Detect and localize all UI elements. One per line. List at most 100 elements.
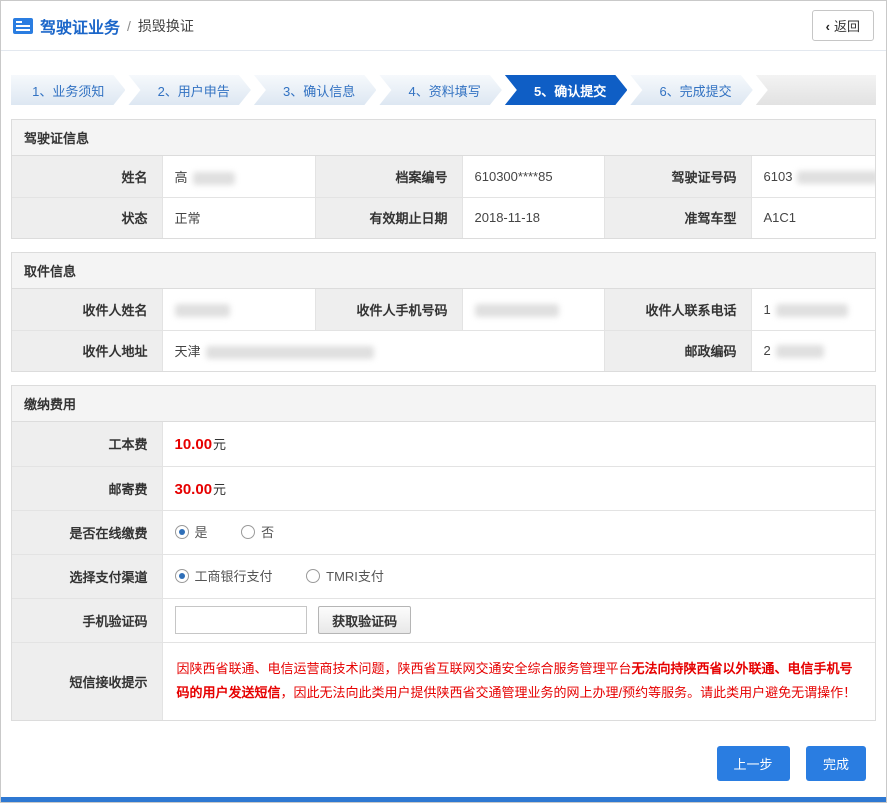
service-form-icon: [13, 17, 33, 34]
redacted-blur: [775, 303, 848, 317]
name-value: 高: [161, 156, 315, 197]
recipient-phone-value: 1: [750, 289, 875, 330]
online-payment-options: 是 否: [161, 509, 875, 554]
channel-tmri-option[interactable]: TMRI支付: [306, 566, 384, 585]
status-label: 状态: [12, 196, 162, 238]
recipient-mobile-value: [461, 289, 604, 330]
postcode-label: 邮政编码: [603, 329, 751, 371]
redacted-blur: [205, 346, 374, 360]
production-fee-value: 10.00元: [161, 422, 875, 466]
online-pay-no-label: 否: [261, 525, 275, 541]
redacted-blur: [797, 170, 875, 184]
step-wizard: 1、业务须知 2、用户申告 3、确认信息 4、资料填写 5、确认提交 6、完成提…: [11, 75, 876, 105]
currency-unit: 元: [213, 481, 227, 497]
address-label: 收件人地址: [12, 329, 162, 371]
redacted-blur: [474, 303, 559, 317]
license-info-section: 驾驶证信息 姓名 高 档案编号 610300****85 驾驶证号码 6103 …: [11, 119, 876, 239]
license-number-value: 6103: [750, 156, 875, 197]
name-label: 姓名: [12, 156, 162, 197]
sms-notice-text: 因陕西省联通、电信运营商技术问题，陕西省互联网交通安全综合服务管理平台无法向持陕…: [176, 660, 857, 701]
pickup-info-table: 收件人姓名 收件人手机号码 收件人联系电话 1 收件人地址 天津 邮政编码 2: [12, 289, 875, 371]
file-number-value: 610300****85: [461, 156, 604, 197]
step-track-filler: [755, 75, 876, 105]
file-number-label: 档案编号: [314, 156, 462, 197]
radio-checked-icon[interactable]: [174, 568, 189, 583]
fees-section: 缴纳费用 工本费 10.00元 邮寄费 30.00元 是否在线缴费 是 否 选择…: [11, 385, 876, 721]
vehicle-class-value: A1C1: [750, 196, 875, 238]
header-title-group: 驾驶证业务 / 损毁换证: [13, 14, 194, 38]
recipient-phone-label: 收件人联系电话: [603, 289, 751, 330]
sms-code-label: 手机验证码: [12, 597, 162, 642]
currency-unit: 元: [213, 437, 227, 453]
table-row: 收件人地址 天津 邮政编码 2: [12, 329, 875, 371]
channel-tmri-label: TMRI支付: [326, 569, 384, 585]
expiry-value: 2018-11-18: [461, 196, 604, 238]
table-row: 是否在线缴费 是 否: [12, 509, 875, 554]
step-3-confirm-info[interactable]: 3、确认信息: [254, 75, 376, 105]
breadcrumb-current: 损毁换证: [137, 17, 194, 34]
online-pay-no-option[interactable]: 否: [241, 522, 274, 541]
table-row: 状态 正常 有效期止日期 2018-11-18 准驾车型 A1C1: [12, 196, 875, 238]
payment-channel-label: 选择支付渠道: [12, 553, 162, 598]
chevron-left-icon: ‹: [825, 19, 830, 34]
table-row: 短信接收提示 因陕西省联通、电信运营商技术问题，陕西省互联网交通安全综合服务管理…: [12, 641, 875, 720]
page-title: 驾驶证业务: [40, 19, 121, 37]
footer-actions: 上一步 完成: [11, 734, 876, 797]
sms-code-field-group: 获取验证码: [161, 597, 875, 642]
postage-fee-label: 邮寄费: [12, 465, 162, 510]
fees-table: 工本费 10.00元 邮寄费 30.00元 是否在线缴费 是 否 选择支付渠道: [12, 422, 875, 720]
previous-step-button[interactable]: 上一步: [716, 745, 790, 781]
table-row: 邮寄费 30.00元: [12, 465, 875, 510]
table-row: 姓名 高 档案编号 610300****85 驾驶证号码 6103: [12, 156, 875, 197]
postage-fee-amount: 30.00: [174, 480, 213, 498]
finish-button[interactable]: 完成: [805, 745, 866, 781]
back-button[interactable]: ‹ 返回: [811, 10, 874, 41]
online-payment-label: 是否在线缴费: [12, 509, 162, 554]
recipient-name-value: [161, 289, 315, 330]
breadcrumb-separator: /: [127, 17, 131, 34]
address-value: 天津: [161, 329, 604, 371]
table-row: 手机验证码 获取验证码: [12, 597, 875, 642]
sms-notice-label: 短信接收提示: [12, 641, 162, 720]
step-6-finish-submit[interactable]: 6、完成提交: [630, 75, 752, 105]
step-4-fill-data[interactable]: 4、资料填写: [379, 75, 501, 105]
license-info-title: 驾驶证信息: [12, 120, 875, 156]
postcode-value: 2: [750, 329, 875, 371]
recipient-name-label: 收件人姓名: [12, 289, 162, 330]
page: 驾驶证业务 / 损毁换证 ‹ 返回 1、业务须知 2、用户申告 3、确认信息 4、…: [0, 0, 887, 803]
pickup-info-section: 取件信息 收件人姓名 收件人手机号码 收件人联系电话 1 收件人地址 天津 邮政…: [11, 252, 876, 372]
online-pay-yes-label: 是: [194, 525, 208, 541]
sms-code-input[interactable]: [174, 606, 307, 634]
vehicle-class-label: 准驾车型: [603, 196, 751, 238]
step-2-declaration[interactable]: 2、用户申告: [128, 75, 250, 105]
step-5-confirm-submit[interactable]: 5、确认提交: [505, 75, 627, 105]
table-row: 选择支付渠道 工商银行支付 TMRI支付: [12, 553, 875, 598]
get-code-button[interactable]: 获取验证码: [318, 606, 412, 634]
back-button-label: 返回: [833, 19, 860, 34]
online-pay-yes-option[interactable]: 是: [174, 522, 208, 541]
postage-fee-value: 30.00元: [161, 465, 875, 510]
bottom-accent-bar: [1, 796, 886, 802]
expiry-label: 有效期止日期: [314, 196, 462, 238]
channel-icbc-option[interactable]: 工商银行支付: [174, 566, 273, 585]
sms-notice-cell: 因陕西省联通、电信运营商技术问题，陕西省互联网交通安全综合服务管理平台无法向持陕…: [161, 641, 875, 720]
status-value: 正常: [161, 196, 315, 238]
license-number-label: 驾驶证号码: [603, 156, 751, 197]
fees-title: 缴纳费用: [12, 386, 875, 422]
payment-channel-options: 工商银行支付 TMRI支付: [161, 553, 875, 598]
main-content: 驾驶证信息 姓名 高 档案编号 610300****85 驾驶证号码 6103 …: [1, 105, 886, 797]
channel-icbc-label: 工商银行支付: [194, 569, 273, 585]
production-fee-amount: 10.00: [174, 436, 213, 454]
pickup-info-title: 取件信息: [12, 253, 875, 289]
radio-unchecked-icon[interactable]: [306, 568, 321, 583]
radio-unchecked-icon[interactable]: [241, 524, 256, 539]
radio-checked-icon[interactable]: [174, 524, 189, 539]
table-row: 收件人姓名 收件人手机号码 收件人联系电话 1: [12, 289, 875, 330]
recipient-mobile-label: 收件人手机号码: [314, 289, 462, 330]
license-info-table: 姓名 高 档案编号 610300****85 驾驶证号码 6103 状态 正常 …: [12, 156, 875, 238]
redacted-blur: [775, 345, 824, 359]
header: 驾驶证业务 / 损毁换证 ‹ 返回: [1, 1, 886, 51]
redacted-blur: [174, 303, 230, 317]
step-1-notice[interactable]: 1、业务须知: [11, 75, 125, 105]
table-row: 工本费 10.00元: [12, 422, 875, 466]
